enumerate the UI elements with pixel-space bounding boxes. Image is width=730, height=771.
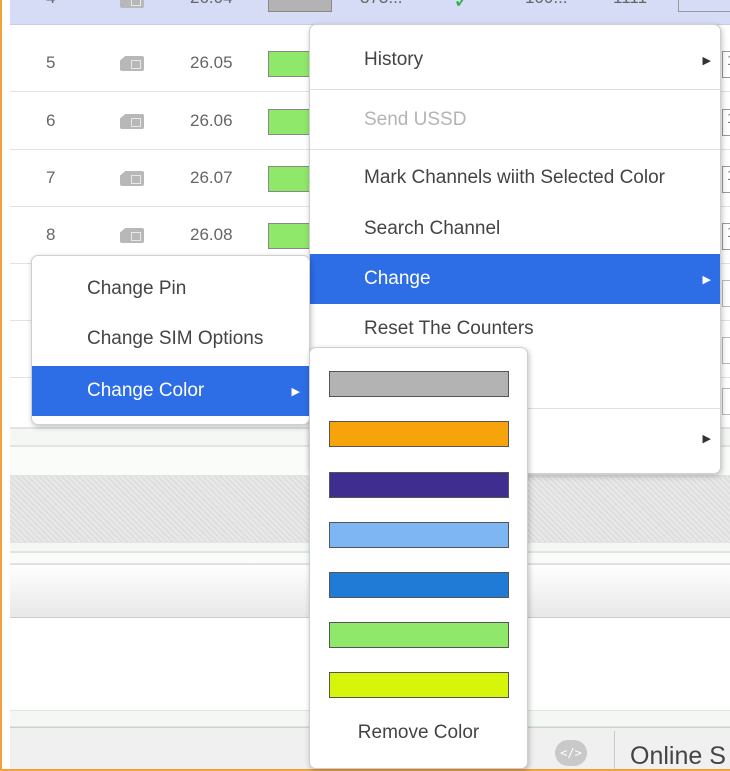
channel-color-swatch[interactable] [268, 0, 332, 12]
color-option-blue[interactable] [329, 572, 509, 598]
menu-item-label: Mark Channels wiith Selected Color [364, 167, 665, 188]
color-option-indigo[interactable] [329, 472, 509, 498]
code-icon[interactable]: </> [555, 740, 587, 766]
row-edge-box[interactable]: 1 [722, 166, 730, 193]
channel-number: 26.04 [190, 0, 233, 8]
truncated-text: 373... [360, 0, 403, 8]
row-edge-box[interactable] [722, 388, 730, 415]
menu-item-search-channel[interactable]: Search Channel [310, 204, 720, 254]
row-number: 8 [46, 225, 56, 244]
truncated-text: 100... [525, 0, 568, 8]
color-option-gray[interactable] [329, 371, 509, 397]
row-number: 7 [46, 168, 56, 187]
row-edge-box[interactable]: 1 [722, 109, 730, 136]
menu-item-label: Reset The Counters [364, 318, 534, 339]
row-number: 6 [46, 111, 56, 130]
row-edge-box[interactable]: 1 [722, 51, 730, 78]
sim-card-icon [120, 228, 144, 243]
color-option-green[interactable] [329, 622, 509, 648]
row-edge-box[interactable]: 1 [722, 223, 730, 250]
menu-item-label: History [364, 49, 424, 70]
submenu-arrow-icon: ▶ [702, 54, 711, 67]
menu-item-label: Change Color [87, 380, 205, 401]
menu-item-history[interactable]: History ▶ [310, 35, 720, 85]
channel-number: 26.08 [190, 225, 233, 244]
submenu-arrow-icon: ▶ [702, 432, 711, 445]
sim-card-icon [120, 114, 144, 129]
menu-separator [310, 149, 720, 150]
color-option-orange[interactable] [329, 421, 509, 447]
change-submenu: Change Pin Change SIM Options Change Col… [31, 255, 310, 425]
menu-item-change-sim-options[interactable]: Change SIM Options [32, 314, 309, 364]
sim-card-icon [120, 56, 144, 71]
row-edge-box[interactable] [722, 280, 730, 307]
row-edge-box[interactable] [722, 337, 730, 364]
remove-color-option[interactable]: Remove Color [310, 722, 527, 744]
row-number: 5 [46, 53, 56, 72]
sim-card-icon [120, 171, 144, 186]
menu-item-label: Change SIM Options [87, 328, 264, 349]
menu-item-send-ussd: Send USSD [310, 95, 720, 145]
color-option-lime[interactable] [329, 672, 509, 698]
online-status-label: Online S [630, 742, 726, 770]
menu-item-change-color[interactable]: Change Color ▶ [32, 366, 309, 416]
channel-number: 26.06 [190, 111, 233, 130]
table-row-selected[interactable]: 4 26.04 373... ✓ 100... 1111 0/4 [10, 0, 730, 25]
menu-item-mark-channels[interactable]: Mark Channels wiith Selected Color [310, 153, 720, 203]
submenu-arrow-icon: ▶ [702, 273, 711, 286]
channel-number: 26.07 [190, 168, 233, 187]
menu-item-label: Change Pin [87, 278, 187, 299]
menu-item-change[interactable]: Change ▶ [310, 254, 720, 304]
ratio-box[interactable]: 0/4 [678, 0, 730, 12]
check-icon: ✓ [453, 0, 472, 13]
channel-number: 26.05 [190, 53, 233, 72]
submenu-arrow-icon: ▶ [291, 385, 300, 398]
menu-item-change-pin[interactable]: Change Pin [32, 264, 309, 314]
menu-item-label: Send USSD [364, 109, 467, 130]
color-submenu: Remove Color [309, 347, 528, 769]
sim-card-icon [120, 0, 144, 8]
counter-value: 1111 [613, 0, 647, 8]
color-option-light-blue[interactable] [329, 522, 509, 548]
row-number: 4 [46, 0, 55, 8]
menu-item-label: Change [364, 268, 431, 289]
menu-separator [310, 89, 720, 90]
menu-item-label: Search Channel [364, 218, 501, 239]
status-divider [614, 731, 615, 769]
